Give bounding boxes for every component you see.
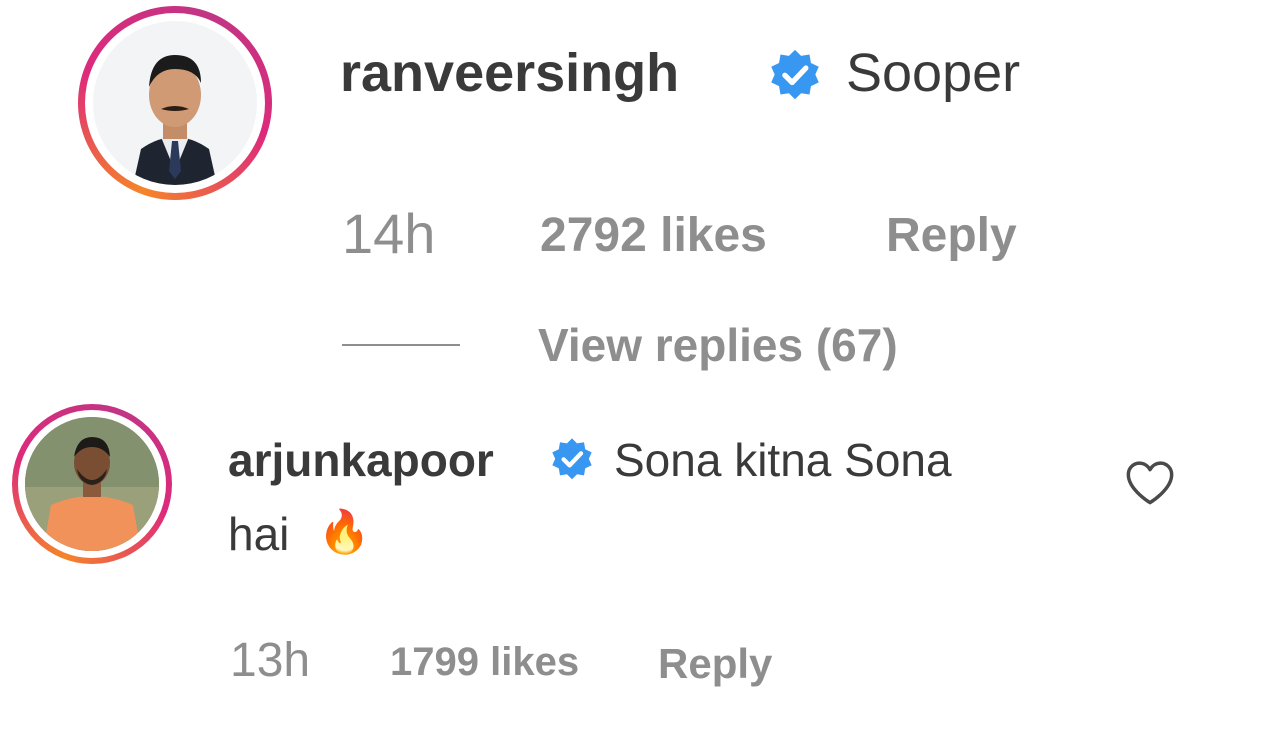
avatar-ranveersingh[interactable] [78,6,272,200]
comment-text: Sooper [846,43,1021,103]
view-replies-button[interactable]: View replies (67) [538,318,898,372]
verified-badge-icon [771,49,819,100]
verified-badge-icon [552,438,592,480]
profile-photo [93,21,257,185]
avatar-arjunkapoor[interactable] [12,404,172,564]
comment-username[interactable]: arjunkapoor [228,433,494,487]
fire-emoji: 🔥 [318,508,371,555]
reply-button[interactable]: Reply [886,208,1017,263]
comment-timestamp[interactable]: 13h [230,633,310,688]
comment-likes-count[interactable]: 1799 likes [390,640,579,685]
reply-button[interactable]: Reply [658,640,772,688]
profile-photo [25,417,159,551]
comment-username[interactable]: ranveersingh [340,42,679,104]
heart-icon[interactable] [1124,458,1176,506]
view-replies-divider [342,344,460,346]
comments-panel: ranveersingh Sooper 14h 2792 likes Reply… [0,0,1280,731]
comment-likes-count[interactable]: 2792 likes [540,208,767,263]
comment-text-line-1: Sona kitna Sona [614,434,952,486]
comment-timestamp[interactable]: 14h [342,201,435,266]
comment-text-line-2: hai [228,508,290,560]
